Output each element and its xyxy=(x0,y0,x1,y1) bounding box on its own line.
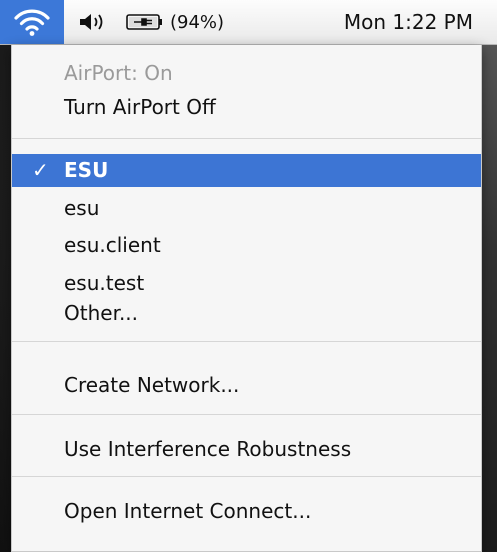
battery-menu-extra[interactable]: (94%) xyxy=(126,0,224,44)
network-item-ESU[interactable]: ✓ ESU xyxy=(12,154,481,187)
battery-icon xyxy=(126,14,162,30)
airport-wifi-icon xyxy=(14,9,50,36)
airport-menu-extra[interactable] xyxy=(0,0,64,44)
open-internet-connect-item[interactable]: Open Internet Connect... xyxy=(12,495,481,528)
menu-bar: (94%) Mon 1:22 PM xyxy=(0,0,497,45)
battery-percent: (94%) xyxy=(170,11,225,33)
network-item-esu-test[interactable]: esu.test xyxy=(12,267,481,300)
volume-icon xyxy=(80,14,103,30)
network-item-esu[interactable]: esu xyxy=(12,192,481,225)
menu-separator xyxy=(12,476,481,477)
background-window-edge xyxy=(482,45,497,552)
airport-status: AirPort: On xyxy=(64,61,173,85)
menu-separator xyxy=(12,341,481,342)
turn-airport-off-item[interactable]: Turn AirPort Off xyxy=(12,91,481,124)
create-network-item[interactable]: Create Network... xyxy=(12,369,481,402)
network-item-esu-client[interactable]: esu.client xyxy=(12,229,481,262)
checkmark-icon: ✓ xyxy=(32,158,49,182)
menu-separator xyxy=(12,138,481,139)
menu-bar-clock[interactable]: Mon 1:22 PM xyxy=(344,10,473,34)
use-interference-robustness-item[interactable]: Use Interference Robustness xyxy=(12,433,481,466)
network-name: ESU xyxy=(64,158,109,182)
volume-menu-extra[interactable] xyxy=(78,0,116,44)
airport-dropdown-menu: AirPort: On Turn AirPort Off ✓ ESU esu e… xyxy=(11,45,482,552)
other-network-item[interactable]: Other... xyxy=(12,297,481,330)
menu-separator xyxy=(12,414,481,415)
